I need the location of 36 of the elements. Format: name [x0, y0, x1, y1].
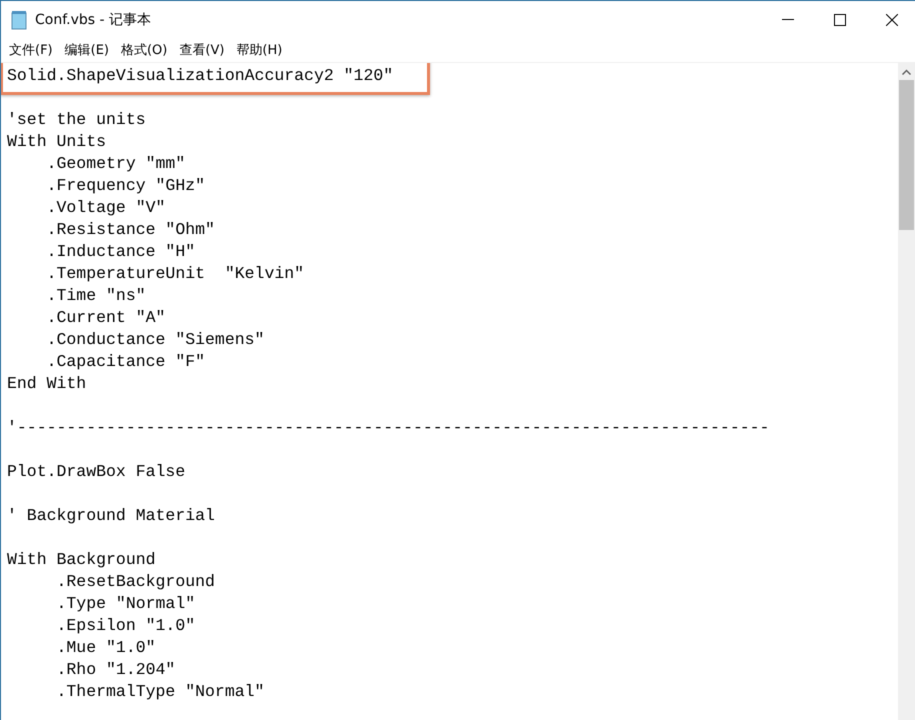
- notepad-icon: [11, 10, 29, 30]
- code-line: '----------------------------------------------------------------------------: [7, 418, 770, 437]
- code-line: .Frequency "GHz": [46, 176, 206, 195]
- code-line: 'set the units: [7, 110, 146, 129]
- code-line: With Units: [7, 132, 106, 151]
- code-line: End With: [7, 374, 86, 393]
- menu-item[interactable]: 帮助(H): [230, 41, 288, 59]
- code-line: .Rho "1.204": [56, 660, 176, 679]
- code-line: .Conductance "Siemens": [46, 330, 264, 349]
- code-line: .Type "Normal": [56, 594, 196, 613]
- code-line: .ResetBackground: [56, 572, 215, 591]
- scroll-thumb[interactable]: [899, 80, 914, 230]
- code-line: .Inductance "H": [46, 242, 196, 261]
- menu-item[interactable]: 文件(F): [3, 41, 59, 59]
- menu-item[interactable]: 编辑(E): [58, 41, 115, 59]
- code-line: ' Background Material: [7, 506, 215, 525]
- code-line: .ThermalType "Normal": [56, 682, 264, 701]
- code-line: .Capacitance "F": [46, 352, 206, 371]
- menu-item[interactable]: 格式(O): [114, 41, 174, 59]
- code-line: .Resistance "Ohm": [46, 220, 215, 239]
- code-line: .Geometry "mm": [46, 154, 186, 173]
- code-line: Solid.ShapeVisualizationAccuracy2 "120": [7, 66, 394, 85]
- code-line: .Epsilon "1.0": [56, 616, 196, 635]
- code-line: .Current "A": [46, 308, 166, 327]
- code-line: .Mue "1.0": [56, 638, 156, 657]
- code-line: .Time "ns": [46, 286, 146, 305]
- close-icon: [886, 14, 898, 26]
- code-line: Plot.DrawBox False: [7, 462, 186, 481]
- code-line: With Background: [7, 550, 156, 569]
- menu-item[interactable]: 查看(V): [173, 41, 230, 59]
- window-title: Conf.vbs - 记事本: [35, 10, 152, 28]
- scrollbar[interactable]: [898, 63, 915, 720]
- code-line: .Voltage "V": [46, 198, 166, 217]
- code-line: .TemperatureUnit "Kelvin": [46, 264, 304, 283]
- minimize-icon: [782, 18, 794, 20]
- maximize-icon: [834, 14, 846, 26]
